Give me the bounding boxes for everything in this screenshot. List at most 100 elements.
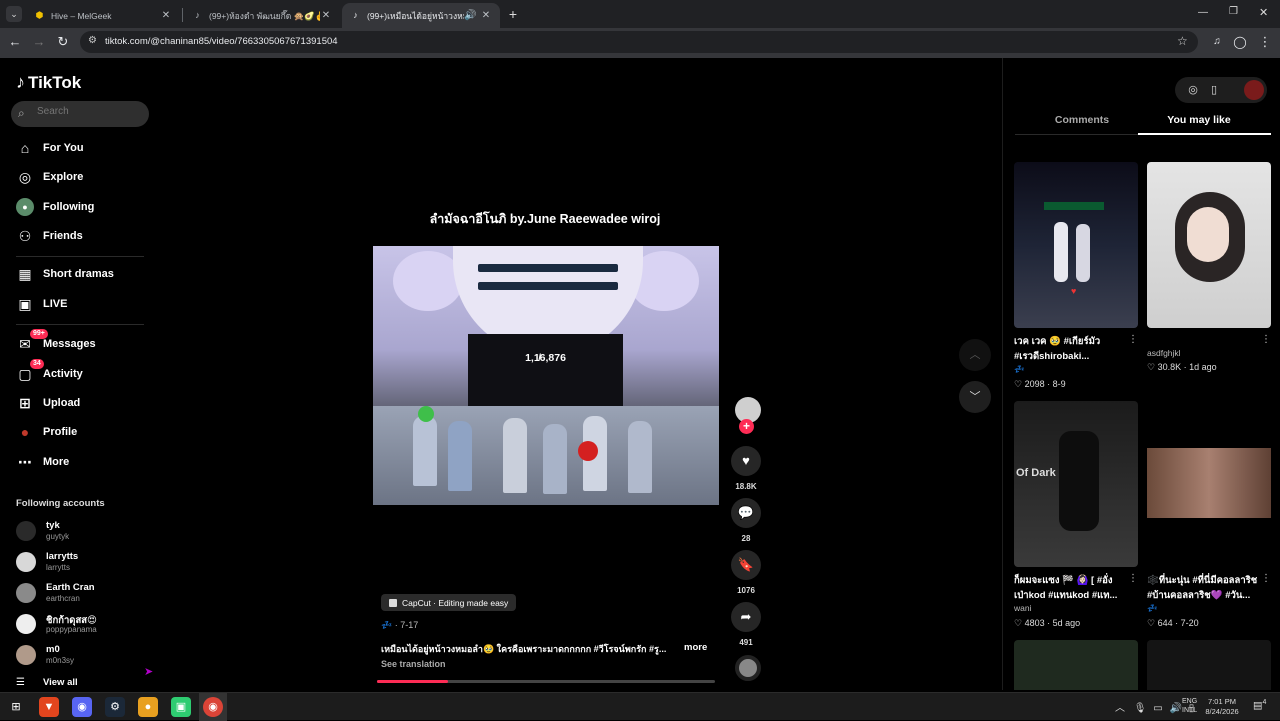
card-options-icon[interactable]: ⋮ [1128,334,1138,345]
steam-icon[interactable]: ⚙ [105,697,125,717]
video-player[interactable]: 1,1̸6,876 [373,246,719,505]
search-box[interactable]: ⌕ [11,101,149,127]
card-options-icon[interactable]: ⋮ [1261,573,1271,584]
windows-start-icon[interactable]: ⊞ [6,697,26,717]
nav-friends[interactable]: ⚇ Friends [16,225,83,247]
video-counter-text: 1,1̸6,876 [525,352,566,364]
forward-icon[interactable]: → [31,34,47,50]
nav-activity[interactable]: ▢ 34 Activity [16,359,83,385]
nav-short-dramas[interactable]: ▦ Short dramas [16,263,114,285]
tiktok-logo-icon: ♪ [16,72,25,92]
reload-icon[interactable]: ↻ [55,34,71,50]
top-tools-pill: ◎ ▯ [1175,77,1267,103]
follow-plus-button[interactable]: + [739,419,754,434]
mouse-cursor-icon: ➤ [144,666,154,678]
omnibox[interactable]: ⚙ tiktok.com/@chaninan85/video/766330506… [80,31,1198,53]
close-icon[interactable]: ✕ [160,10,172,21]
language-indicator[interactable]: ENG INTL [1182,697,1197,715]
music-disc-icon[interactable] [735,655,761,681]
brave-browser-icon[interactable]: ▼ [39,697,59,717]
see-translation-link[interactable]: See translation [381,659,446,669]
nav-messages[interactable]: ✉ 99+ Messages [16,329,96,355]
media-control-icon[interactable]: ♫ [1209,34,1225,50]
tiktok-icon: ♪ [195,10,200,20]
video-chat-panel [478,282,618,290]
search-icon: ⌕ [18,106,25,120]
hive-icon: ⬢ [35,10,44,20]
video-stage-screen [468,334,623,414]
app-icon[interactable]: ● [138,697,158,717]
video-thumbnail: Of Dark [1014,401,1138,567]
recommended-video-card[interactable] [1014,640,1138,690]
tiktok-logo[interactable]: ♪ TikTok [16,72,81,93]
nav-for-you[interactable]: ⌂ For You [16,137,84,159]
list-icon: ☰ [16,677,25,688]
url-text[interactable]: tiktok.com/@chaninan85/video/76633050676… [105,36,338,47]
avatar [16,583,36,603]
caption-more-button[interactable]: more [684,642,707,653]
card-stats: ♡ 4803 · 5d ago [1014,618,1081,628]
nav-following[interactable]: ● Following [16,196,94,218]
nav-upload[interactable]: ⊞ Upload [16,392,80,414]
card-options-icon[interactable]: ⋮ [1261,334,1271,345]
video-progress-bar[interactable] [377,680,715,683]
live-icon: ▣ [18,296,32,312]
app-icon[interactable]: ▣ [171,697,191,717]
notification-icon[interactable]: ▤4 [1253,699,1266,711]
explore-icon[interactable]: ◎ [1185,82,1201,98]
activity-icon: ▢ 34 [16,359,44,383]
tab-search-button[interactable]: ⌄ [6,6,22,22]
phone-icon[interactable]: ▯ [1206,82,1222,98]
microphone-icon: 🎙 [1133,703,1147,714]
window-close-icon[interactable]: ✕ [1259,6,1268,19]
tab-you-may-like[interactable]: You may like [1138,114,1260,126]
browser-tab-tiktok-1[interactable]: ♪ (99+)ห้องดำ พัฒนยกึ๊ด 🙊🥑✌️🔮 🎯 ✕ [184,3,340,28]
address-bar-row: ← → ↻ ⚙ tiktok.com/@chaninan85/video/766… [0,28,1280,56]
search-input[interactable] [37,106,137,117]
speaker-icon[interactable]: 🔊 [464,10,476,21]
restore-icon[interactable]: ❐ [1229,6,1238,17]
short-dramas-icon: ▦ [18,266,32,282]
chrome-icon[interactable]: ◉ [203,697,223,717]
following-accounts-title: Following accounts [16,498,105,509]
recommended-video-card[interactable]: Of Dark ก็ผมจะแซง 🏁 🙆🏻‍♀️ [ #อั่ง เป่าko… [1014,401,1138,631]
app-icon[interactable]: ◉ [72,697,92,717]
sidebar-divider [16,324,144,325]
recommended-video-card[interactable]: ⋮ asdfghjkl ♡ 30.8K · 1d ago [1147,162,1271,392]
nav-more[interactable]: ⋯ More [16,451,69,473]
account-icon[interactable]: ◯ [1232,34,1248,50]
tab-comments[interactable]: Comments [1021,114,1143,126]
recommended-video-card[interactable] [1147,640,1271,690]
taskbar-clock[interactable]: 7:01 PM 8/24/2026 [1202,697,1242,717]
card-options-icon[interactable]: ⋮ [1128,573,1138,584]
next-video-button[interactable]: ﹀ [959,381,991,413]
like-button[interactable]: ♥ [731,446,761,476]
sidebar-divider [16,256,144,257]
recommended-video-card[interactable]: ♥ เวค เวค 🥹 #เกียร์มัว #เรวดีshirobaki..… [1014,162,1138,392]
capcut-tag[interactable]: CapCut · Editing made easy [381,594,517,611]
save-button[interactable]: 🔖 [731,550,761,580]
avatar [16,521,36,541]
kebab-menu-icon[interactable]: ⋮ [1257,34,1273,50]
new-tab-button[interactable]: + [505,6,521,22]
volume-icon: 🔊 [1169,703,1182,714]
close-icon[interactable]: ✕ [320,10,332,21]
minimize-icon[interactable]: — [1198,7,1208,18]
previous-video-button[interactable]: ︿ [959,339,991,371]
video-figure [503,418,527,493]
share-button[interactable]: ➦ [731,602,761,632]
comment-button[interactable]: 💬 [731,498,761,528]
video-progress-fill [377,680,448,683]
browser-tab-hive[interactable]: ⬢ Hive – MelGeek ✕ [26,3,180,28]
user-avatar[interactable] [1244,80,1264,100]
browser-tab-tiktok-active[interactable]: ♪ (99+)เหมือนได้อยู่หน้าวงหมอลำ 🥹 🔊 ✕ [342,3,500,28]
bookmark-star-icon[interactable]: ☆ [1177,34,1188,48]
nav-profile[interactable]: ● Profile [16,421,77,443]
back-icon[interactable]: ← [7,34,23,50]
site-info-icon[interactable]: ⚙ [88,35,97,46]
view-all-link[interactable]: ☰ View all [16,677,78,688]
recommended-video-card[interactable]: 🕸️ที่นะนุ่น #ที่นี่มีคอลลาริช #บ้านคอลลา… [1147,401,1271,631]
nav-explore[interactable]: ◎ Explore [16,166,83,188]
close-icon[interactable]: ✕ [480,10,492,21]
nav-live[interactable]: ▣ LIVE [16,293,67,315]
